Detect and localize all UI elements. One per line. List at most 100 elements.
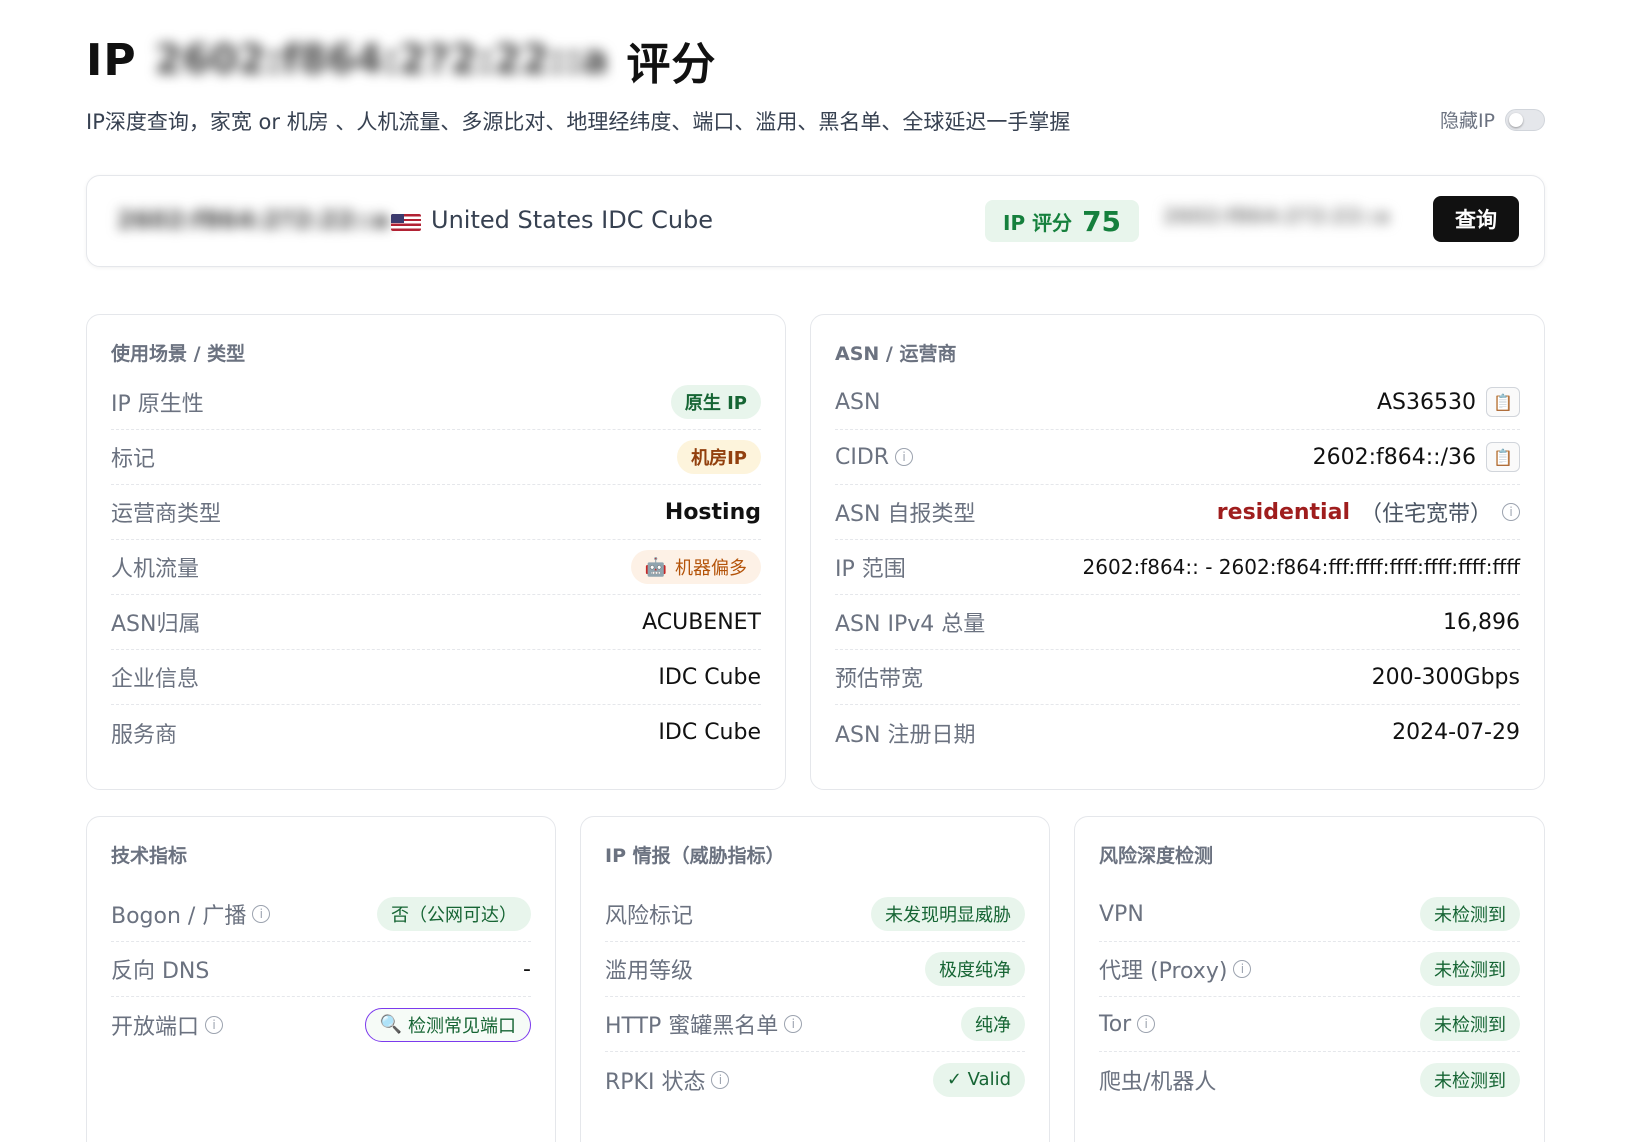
info-icon[interactable]: i: [711, 1070, 730, 1089]
row-isp-type: 运营商类型 Hosting: [111, 485, 761, 540]
row-label: Bogon / 广播: [111, 904, 247, 929]
row-proxy: 代理 (Proxy) i 未检测到: [1099, 942, 1520, 997]
native-ip-badge: 原生 IP: [670, 385, 761, 419]
hide-ip-control[interactable]: 隐藏IP: [1440, 106, 1545, 133]
row-value: -: [523, 956, 531, 982]
row-label: 预估带宽: [835, 667, 924, 692]
row-crawler: 爬虫/机器人 未检测到: [1099, 1052, 1520, 1107]
row-ipv4-total: ASN IPv4 总量 16,896: [835, 595, 1520, 650]
geo-location-text: United States IDC Cube: [431, 206, 714, 234]
ip-search-input[interactable]: 2602:f864:2?2:22::a: [1163, 204, 1393, 234]
copy-cidr-icon[interactable]: 📋: [1486, 442, 1520, 472]
row-label: 人机流量: [111, 557, 200, 582]
copy-asn-icon[interactable]: 📋: [1486, 387, 1520, 417]
row-label: IP 原生性: [111, 392, 204, 417]
row-provider: 服务商 IDC Cube: [111, 705, 761, 760]
bogon-badge: 否（公网可达）: [377, 897, 531, 931]
row-value: ACUBENET: [642, 609, 761, 635]
hide-ip-toggle[interactable]: [1505, 108, 1545, 131]
row-rpki: RPKI 状态 i ✓ Valid: [605, 1052, 1025, 1107]
row-label: ASN: [835, 389, 881, 415]
abuse-level-badge: 极度纯净: [925, 952, 1025, 986]
row-label: 滥用等级: [605, 959, 694, 984]
risk-flag-badge: 未发现明显威胁: [871, 897, 1025, 931]
info-icon[interactable]: i: [784, 1015, 803, 1033]
row-asn-owner: ASN归属 ACUBENET: [111, 595, 761, 650]
row-value: IDC Cube: [658, 720, 761, 745]
asn-value: AS36530: [1377, 389, 1476, 415]
card-title: IP 情报（威胁指标）: [605, 845, 785, 867]
row-value: 2602:f864:: - 2602:f864:fff:ffff:ffff:ff…: [1082, 555, 1520, 579]
row-value: 2024-07-29: [1392, 720, 1520, 745]
row-bogon: Bogon / 广播 i 否（公网可达）: [111, 887, 531, 942]
row-label: 风险标记: [605, 904, 694, 929]
row-label: RPKI 状态: [605, 1069, 706, 1095]
title-suffix: 评分: [626, 39, 717, 90]
ip-search-bar: 2602:f864:2?2:22::a United States IDC Cu…: [86, 175, 1545, 267]
row-risk-flag: 风险标记 未发现明显威胁: [605, 887, 1025, 942]
row-label: 企业信息: [111, 667, 200, 692]
row-label: ASN 注册日期: [835, 722, 976, 748]
row-label: 代理 (Proxy): [1099, 959, 1228, 984]
ip-score-badge: IP 评分 75: [985, 200, 1140, 242]
info-icon[interactable]: i: [1502, 503, 1520, 521]
row-label: ASN IPv4 总量: [835, 612, 986, 637]
cidr-value: 2602:f864::/36: [1312, 444, 1476, 470]
rpki-badge: ✓ Valid: [932, 1062, 1025, 1097]
crawler-badge: 未检测到: [1420, 1062, 1520, 1097]
tech-metrics-card: 技术指标 Bogon / 广播 i 否（公网可达） 反向 DNS - 开放端口 …: [86, 816, 556, 1142]
row-label: ASN 自报类型: [835, 502, 976, 527]
query-button[interactable]: 查询: [1433, 196, 1519, 242]
honeypot-badge: 纯净: [961, 1007, 1025, 1041]
info-icon[interactable]: i: [1233, 960, 1252, 978]
title-ip-blurred: 2602:f864:2?2:22::a: [154, 37, 609, 83]
info-icon[interactable]: i: [252, 905, 271, 923]
row-company: 企业信息 IDC Cube: [111, 650, 761, 705]
row-reg-date: ASN 注册日期 2024-07-29: [835, 705, 1520, 760]
row-cidr: CIDR i 2602:f864::/36 📋: [835, 430, 1520, 485]
score-label: IP 评分: [1003, 210, 1073, 235]
current-ip-blurred: 2602:f864:2?2:22::a: [117, 206, 390, 234]
title-prefix: IP: [86, 34, 137, 86]
row-tag: 标记 机房IP: [111, 430, 761, 485]
robot-icon: 🤖: [644, 556, 667, 578]
threat-intel-card: IP 情报（威胁指标） 风险标记 未发现明显威胁 滥用等级 极度纯净 HTTP …: [580, 816, 1050, 1142]
row-native: IP 原生性 原生 IP: [111, 375, 761, 430]
usage-type-card: 使用场景 / 类型 IP 原生性 原生 IP 标记 机房IP 运营商类型 Hos…: [86, 314, 786, 790]
info-icon[interactable]: i: [205, 1015, 224, 1034]
hide-ip-label: 隐藏IP: [1439, 110, 1495, 132]
check-ports-button[interactable]: 🔍 检测常见端口: [364, 1007, 531, 1042]
row-label: IP 范围: [835, 557, 906, 582]
asn-type-note: （住宅宽带）: [1359, 502, 1492, 527]
info-icon[interactable]: i: [895, 448, 914, 466]
row-label: HTTP 蜜罐黑名单: [605, 1014, 779, 1039]
card-title: 使用场景 / 类型: [111, 343, 246, 365]
row-value: Hosting: [664, 499, 761, 525]
card-title: 技术指标: [111, 845, 188, 867]
row-label: 爬虫/机器人: [1099, 1069, 1217, 1095]
row-vpn: VPN 未检测到: [1099, 887, 1520, 942]
magnifier-icon: 🔍: [379, 1014, 402, 1035]
row-label: VPN: [1099, 901, 1144, 927]
row-value: IDC Cube: [658, 664, 761, 690]
page-title: IP 2602:f864:2?2:22::a 评分: [86, 28, 716, 92]
row-bandwidth: 预估带宽 200-300Gbps: [835, 650, 1520, 705]
proxy-badge: 未检测到: [1420, 952, 1520, 986]
info-icon[interactable]: i: [1137, 1015, 1156, 1033]
row-label: 开放端口: [111, 1014, 200, 1040]
row-label: ASN归属: [111, 612, 201, 637]
card-title: 风险深度检测: [1099, 845, 1214, 867]
row-label: 服务商: [111, 722, 178, 748]
risk-detection-card: 风险深度检测 VPN 未检测到 代理 (Proxy) i 未检测到 Tor i …: [1074, 816, 1545, 1142]
row-traffic: 人机流量 🤖 机器偏多: [111, 540, 761, 595]
row-honeypot: HTTP 蜜罐黑名单 i 纯净: [605, 997, 1025, 1052]
vpn-badge: 未检测到: [1420, 897, 1520, 931]
score-value: 75: [1082, 204, 1122, 238]
datacenter-ip-badge: 机房IP: [677, 440, 761, 474]
row-label: 标记: [111, 447, 156, 472]
row-label: Tor: [1099, 1011, 1132, 1037]
row-rdns: 反向 DNS -: [111, 942, 531, 997]
asn-type-value: residential: [1216, 499, 1350, 525]
row-ip-range: IP 范围 2602:f864:: - 2602:f864:fff:ffff:f…: [835, 540, 1520, 595]
row-label: 反向 DNS: [111, 959, 210, 984]
